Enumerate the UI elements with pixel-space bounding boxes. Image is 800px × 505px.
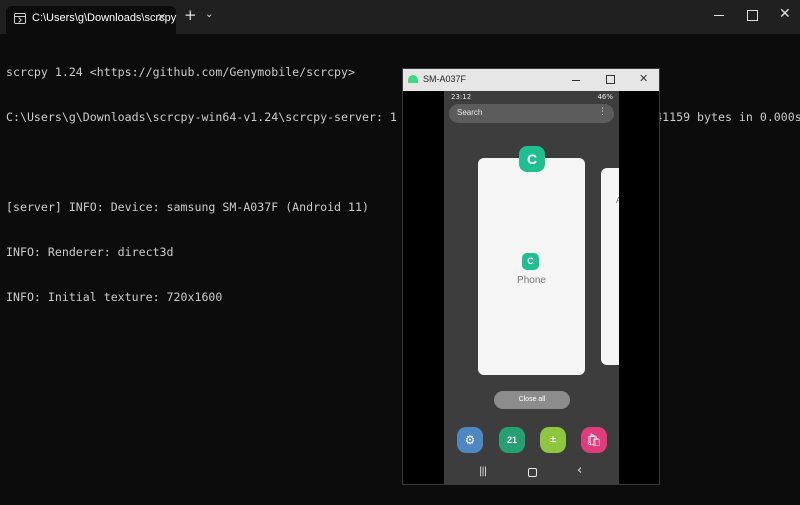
android-icon	[408, 75, 418, 83]
scrcpy-titlebar[interactable]: SM-A037F ✕	[403, 69, 659, 91]
recents-search-bar[interactable]: Search ⋮	[449, 104, 614, 123]
terminal-icon	[14, 13, 26, 24]
phone-screen[interactable]: 23:12 46% Search ⋮ C Phone C A Close all…	[444, 91, 619, 484]
nav-back-icon[interactable]: ‹	[577, 463, 582, 478]
recent-app-card[interactable]: A	[601, 168, 619, 365]
nav-home-icon[interactable]	[528, 468, 537, 477]
nav-recents-icon[interactable]: |||	[479, 466, 487, 477]
scrcpy-title: SM-A037F	[423, 74, 467, 84]
terminal-tab[interactable]: C:\Users\g\Downloads\scrcpy ✕	[6, 6, 176, 34]
recent-app-card[interactable]: C Phone	[478, 158, 585, 375]
calendar-icon[interactable]: 21	[499, 427, 525, 453]
scrcpy-window[interactable]: SM-A037F ✕ 23:12 46% Search ⋮ C Phone C …	[402, 68, 660, 485]
galaxy-store-icon[interactable]: 🛍	[581, 427, 607, 453]
scrcpy-close-button[interactable]: ✕	[639, 72, 648, 85]
status-time: 23:12	[451, 93, 472, 101]
chevron-down-icon[interactable]: ⌄	[205, 9, 213, 20]
new-tab-icon[interactable]: +	[184, 8, 197, 23]
close-button[interactable]: ✕	[779, 6, 791, 22]
tab-close-icon[interactable]: ✕	[157, 11, 166, 24]
more-options-icon[interactable]: ⋮	[598, 107, 607, 117]
tab-title: C:\Users\g\Downloads\scrcpy	[32, 12, 177, 24]
maximize-button[interactable]	[747, 10, 758, 21]
scrcpy-maximize-button[interactable]	[606, 75, 615, 84]
settings-icon[interactable]: ⚙	[457, 427, 483, 453]
recent-app-card-text: A	[616, 196, 619, 205]
scrcpy-minimize-button[interactable]	[572, 80, 580, 81]
minimize-button[interactable]	[714, 15, 724, 16]
status-battery: 46%	[597, 93, 613, 101]
phone-app-icon: C	[522, 253, 539, 270]
phone-app-icon[interactable]: C	[519, 146, 545, 172]
calculator-icon[interactable]: ±	[540, 427, 566, 453]
close-all-button[interactable]: Close all	[494, 391, 570, 409]
terminal-titlebar: C:\Users\g\Downloads\scrcpy ✕ + ⌄ ✕	[0, 0, 800, 34]
search-placeholder: Search	[457, 108, 483, 117]
recent-app-label: Phone	[517, 275, 546, 286]
